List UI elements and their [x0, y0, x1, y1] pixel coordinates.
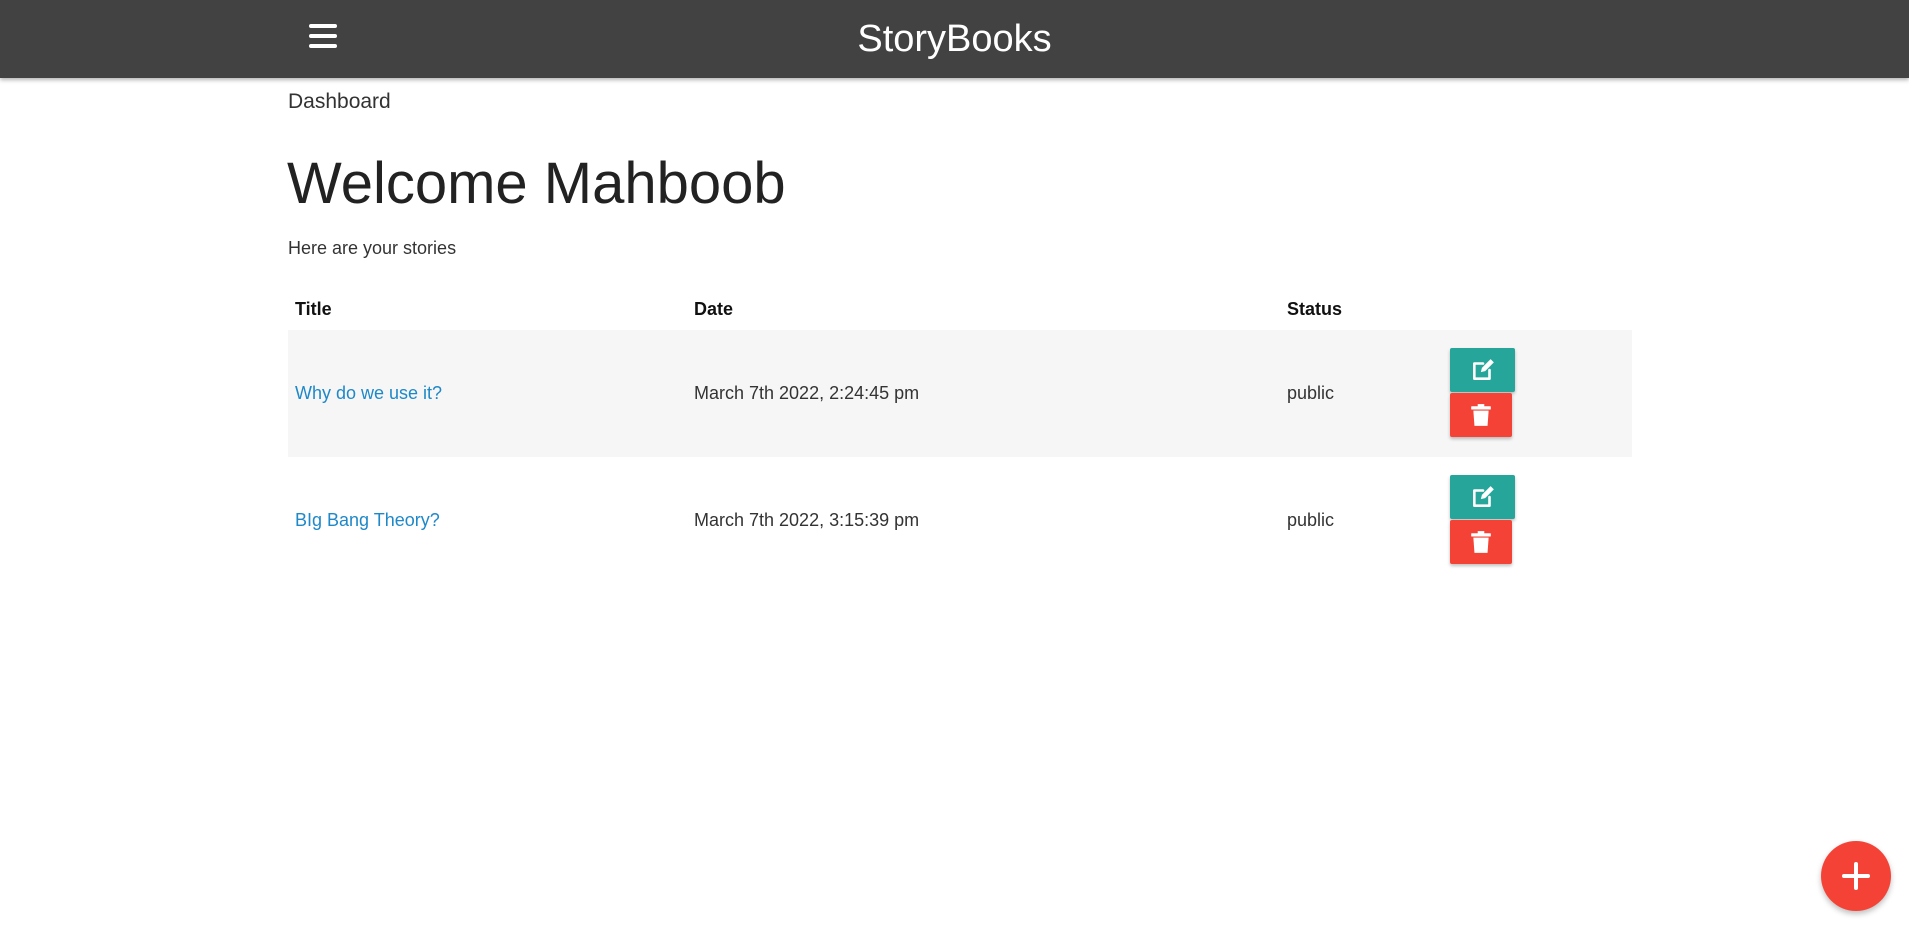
- brand-logo-text[interactable]: StoryBooks: [0, 16, 1909, 62]
- page-title: Welcome Mahboob: [287, 151, 786, 216]
- story-actions-cell: [1443, 330, 1632, 457]
- story-title-cell: Why do we use it?: [288, 330, 687, 457]
- edit-story-button[interactable]: [1450, 347, 1515, 392]
- page-subtitle: Here are your stories: [288, 238, 457, 258]
- edit-icon: [1472, 485, 1494, 507]
- column-header-actions: [1443, 288, 1632, 330]
- column-header-status: Status: [1287, 298, 1343, 319]
- story-date-cell: March 7th 2022, 3:15:39 pm: [694, 510, 920, 530]
- plus-icon: [1842, 862, 1870, 890]
- edit-story-button[interactable]: [1450, 474, 1515, 519]
- story-title-cell: BIg Bang Theory?: [288, 457, 687, 584]
- story-title-link[interactable]: Why do we use it?: [295, 383, 442, 403]
- column-header-title: Title: [295, 298, 332, 319]
- breadcrumb: Dashboard: [288, 90, 391, 113]
- trash-icon: [1471, 403, 1491, 426]
- delete-story-button[interactable]: [1450, 519, 1512, 564]
- top-navbar: StoryBooks: [0, 0, 1909, 78]
- add-story-button[interactable]: [1821, 841, 1891, 911]
- story-status-cell: public: [1287, 510, 1335, 530]
- story-status-cell: public: [1280, 330, 1443, 457]
- stories-table: Title Date Status Why do we use it? Marc…: [288, 288, 1632, 584]
- table-row: BIg Bang Theory? March 7th 2022, 3:15:39…: [288, 457, 1632, 584]
- table-row: Why do we use it? March 7th 2022, 2:24:4…: [288, 330, 1632, 457]
- story-title-link[interactable]: BIg Bang Theory?: [295, 510, 440, 530]
- trash-icon: [1471, 530, 1491, 553]
- table-header-row: Title Date Status: [288, 288, 1632, 330]
- story-actions-cell: [1443, 457, 1632, 584]
- edit-icon: [1472, 358, 1494, 380]
- story-date-cell: March 7th 2022, 2:24:45 pm: [687, 330, 1280, 457]
- column-header-date: Date: [694, 298, 734, 319]
- delete-story-button[interactable]: [1450, 392, 1512, 437]
